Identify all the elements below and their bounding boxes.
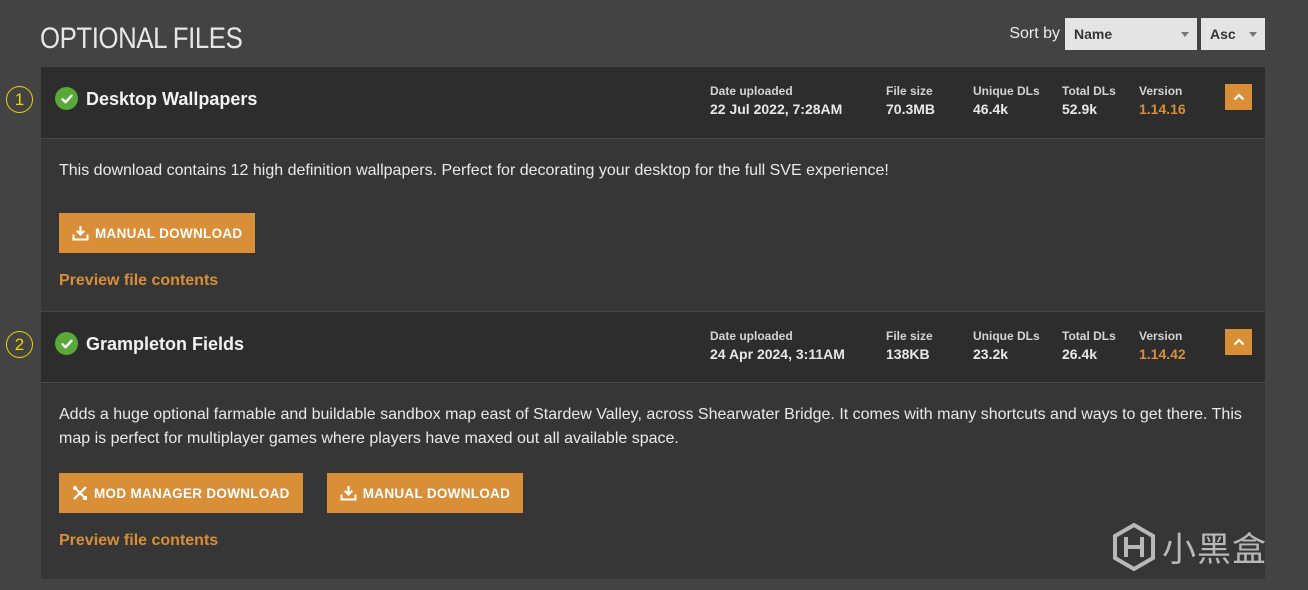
page-title: OPTIONAL FILES xyxy=(40,22,243,55)
manual-download-label: MANUAL DOWNLOAD xyxy=(95,225,243,241)
stat-unique: Unique DLs 46.4k xyxy=(973,84,1040,117)
stat-value: 1.14.42 xyxy=(1139,346,1186,362)
stat-label: Total DLs xyxy=(1062,329,1116,343)
stat-label: File size xyxy=(886,329,933,343)
file-header: Grampleton Fields Date uploaded 24 Apr 2… xyxy=(41,311,1265,383)
file-item: Grampleton Fields Date uploaded 24 Apr 2… xyxy=(41,311,1265,579)
manual-download-label: MANUAL DOWNLOAD xyxy=(362,485,511,501)
button-row: MANUAL DOWNLOAD xyxy=(59,213,1247,253)
stat-label: Unique DLs xyxy=(973,84,1040,98)
download-icon xyxy=(340,486,357,501)
tools-icon xyxy=(73,486,87,500)
sort-field-select[interactable]: Name xyxy=(1065,18,1197,50)
stat-value: 138KB xyxy=(886,346,930,362)
preview-file-contents-link[interactable]: Preview file contents xyxy=(59,272,218,290)
chevron-up-icon xyxy=(1233,93,1244,101)
file-name: Grampleton Fields xyxy=(86,334,245,354)
annotation-marker-2: 2 xyxy=(6,331,33,358)
mod-manager-download-button[interactable]: MOD MANAGER DOWNLOAD xyxy=(59,473,303,513)
stat-value: 70.3MB xyxy=(886,101,936,117)
stat-version: Version 1.14.42 xyxy=(1139,329,1186,362)
file-name: Desktop Wallpapers xyxy=(86,89,258,109)
chevron-down-icon xyxy=(1181,32,1189,37)
stat-label: Total DLs xyxy=(1062,84,1116,98)
file-body: This download contains 12 high definitio… xyxy=(41,139,1265,311)
stat-value: 46.4k xyxy=(973,101,1009,117)
file-description: This download contains 12 high definitio… xyxy=(59,162,889,179)
check-icon xyxy=(55,332,78,355)
annotation-marker-1: 1 xyxy=(6,86,33,113)
file-body: Adds a huge optional farmable and builda… xyxy=(41,383,1265,579)
file-item: Desktop Wallpapers Date uploaded 22 Jul … xyxy=(41,67,1265,311)
file-description: Adds a huge optional farmable and builda… xyxy=(59,406,1242,447)
check-icon xyxy=(55,87,78,110)
button-row: MOD MANAGER DOWNLOAD MANUAL DOWNLOAD xyxy=(59,473,1247,513)
stat-label: Date uploaded xyxy=(710,84,793,98)
collapse-button[interactable] xyxy=(1225,329,1252,355)
file-list: Desktop Wallpapers Date uploaded 22 Jul … xyxy=(41,67,1265,579)
stat-value: 23.2k xyxy=(973,346,1009,362)
watermark-text: 小黑盒 xyxy=(1162,530,1267,570)
manual-download-button[interactable]: MANUAL DOWNLOAD xyxy=(59,213,256,253)
stat-label: Unique DLs xyxy=(973,329,1040,343)
stat-version: Version 1.14.16 xyxy=(1139,84,1186,117)
sort-direction-select[interactable]: Asc xyxy=(1201,18,1265,50)
stat-value: 24 Apr 2024, 3:11AM xyxy=(710,346,845,362)
stat-value: 52.9k xyxy=(1062,101,1098,117)
sort-label: Sort by xyxy=(1009,25,1060,42)
stat-total: Total DLs 52.9k xyxy=(1062,84,1116,117)
stat-value: 1.14.16 xyxy=(1139,101,1186,117)
sort-direction-value: Asc xyxy=(1210,26,1236,42)
stat-value: 22 Jul 2022, 7:28AM xyxy=(710,101,843,117)
manual-download-button[interactable]: MANUAL DOWNLOAD xyxy=(326,473,524,513)
stat-date: Date uploaded 24 Apr 2024, 3:11AM xyxy=(710,329,845,362)
download-icon xyxy=(72,226,89,241)
watermark: 小黑盒 xyxy=(1112,522,1267,571)
preview-file-contents-link[interactable]: Preview file contents xyxy=(59,532,218,550)
stat-label: Version xyxy=(1139,84,1183,98)
sort-field-value: Name xyxy=(1074,26,1113,42)
stat-label: Date uploaded xyxy=(710,329,793,343)
xiaoheihe-logo-icon xyxy=(1113,522,1155,571)
stat-size: File size 70.3MB xyxy=(886,84,935,117)
sort-bar: Sort by Name Asc xyxy=(1009,18,1265,50)
stat-total: Total DLs 26.4k xyxy=(1062,329,1116,362)
mod-manager-download-label: MOD MANAGER DOWNLOAD xyxy=(94,485,290,501)
chevron-down-icon xyxy=(1249,32,1257,37)
stat-unique: Unique DLs 23.2k xyxy=(973,329,1040,362)
stat-value: 26.4k xyxy=(1062,346,1098,362)
file-header: Desktop Wallpapers Date uploaded 22 Jul … xyxy=(41,67,1265,139)
collapse-button[interactable] xyxy=(1225,84,1252,110)
stat-label: File size xyxy=(886,84,933,98)
stat-date: Date uploaded 22 Jul 2022, 7:28AM xyxy=(710,84,842,117)
chevron-up-icon xyxy=(1233,338,1244,346)
stat-label: Version xyxy=(1139,329,1183,343)
stat-size: File size 138KB xyxy=(886,329,933,362)
